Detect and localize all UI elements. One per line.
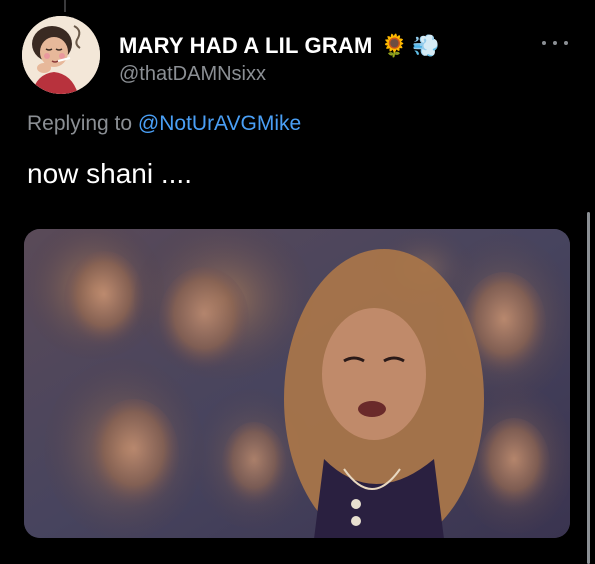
user-handle[interactable]: @thatDAMNsixx — [119, 63, 266, 86]
display-name[interactable]: MARY HAD A LIL GRAM 🌻 💨 — [119, 33, 440, 59]
cartoon-woman-avatar-icon — [22, 16, 100, 94]
replying-to-link[interactable]: @NotUrAVGMike — [138, 112, 301, 135]
more-dot — [542, 41, 546, 45]
tweet-media-image[interactable] — [24, 229, 570, 538]
thread-connector-line — [64, 0, 66, 12]
dash-smoke-icon: 💨 — [412, 33, 440, 58]
more-dot — [564, 41, 568, 45]
replying-to-prefix: Replying to — [27, 112, 133, 135]
more-options-icon[interactable] — [542, 36, 568, 50]
meme-collage-image — [24, 229, 570, 538]
sunflower-icon: 🌻 — [380, 33, 409, 58]
replying-to-line: Replying to @NotUrAVGMike — [27, 112, 301, 136]
tweet-text: now shani .... — [27, 158, 192, 189]
display-name-text: MARY HAD A LIL GRAM — [119, 33, 373, 58]
scrollbar[interactable] — [587, 212, 590, 564]
avatar[interactable] — [22, 16, 100, 94]
more-dot — [553, 41, 557, 45]
